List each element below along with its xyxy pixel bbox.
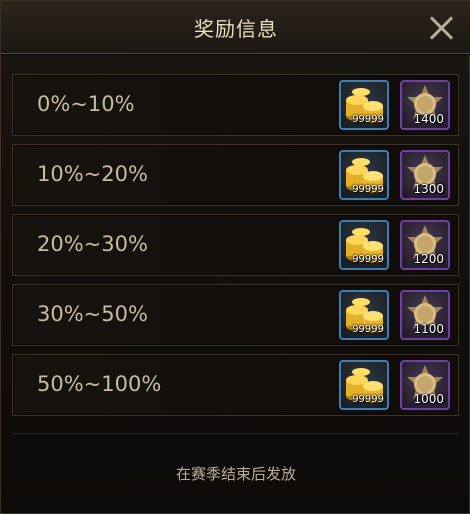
rank-range: 10%~20% [37,162,148,186]
dialog-header: 奖励信息 [1,1,470,54]
rank-range: 30%~50% [37,302,148,326]
close-icon[interactable] [427,13,457,43]
rank-range: 50%~100% [37,372,162,396]
medal-quantity: 1300 [413,182,444,196]
medal-quantity: 1400 [413,112,444,126]
dialog-title: 奖励信息 [194,17,278,41]
star-medal-icon[interactable]: 1200 [400,220,450,270]
medal-quantity: 1200 [413,252,444,266]
gold-quantity: 99999 [352,184,384,195]
gold-quantity: 99999 [352,394,384,405]
footer-divider [12,433,459,434]
star-medal-icon[interactable]: 1000 [400,360,450,410]
gold-coins-icon[interactable]: 99999 [339,150,389,200]
gold-coins-icon[interactable]: 99999 [339,220,389,270]
medal-quantity: 1000 [413,392,444,406]
reward-row: 50%~100% 99999 1000 [12,354,459,416]
star-medal-icon[interactable]: 1400 [400,80,450,130]
gold-quantity: 99999 [352,114,384,125]
reward-list: 0%~10% 99999 1400 10%~20% 99999 1300 20%… [12,74,459,424]
reward-row: 10%~20% 99999 1300 [12,144,459,206]
reward-row: 0%~10% 99999 1400 [12,74,459,136]
gold-quantity: 99999 [352,254,384,265]
star-medal-icon[interactable]: 1100 [400,290,450,340]
reward-row: 30%~50% 99999 1100 [12,284,459,346]
gold-coins-icon[interactable]: 99999 [339,360,389,410]
gold-quantity: 99999 [352,324,384,335]
reward-row: 20%~30% 99999 1200 [12,214,459,276]
rank-range: 20%~30% [37,232,148,256]
medal-quantity: 1100 [413,322,444,336]
reward-info-dialog: 奖励信息 0%~10% 99999 1400 10%~20% 99999 130… [0,0,470,514]
gold-coins-icon[interactable]: 99999 [339,290,389,340]
rank-range: 0%~10% [37,92,135,116]
gold-coins-icon[interactable]: 99999 [339,80,389,130]
footer-note: 在赛季结束后发放 [175,465,296,483]
star-medal-icon[interactable]: 1300 [400,150,450,200]
